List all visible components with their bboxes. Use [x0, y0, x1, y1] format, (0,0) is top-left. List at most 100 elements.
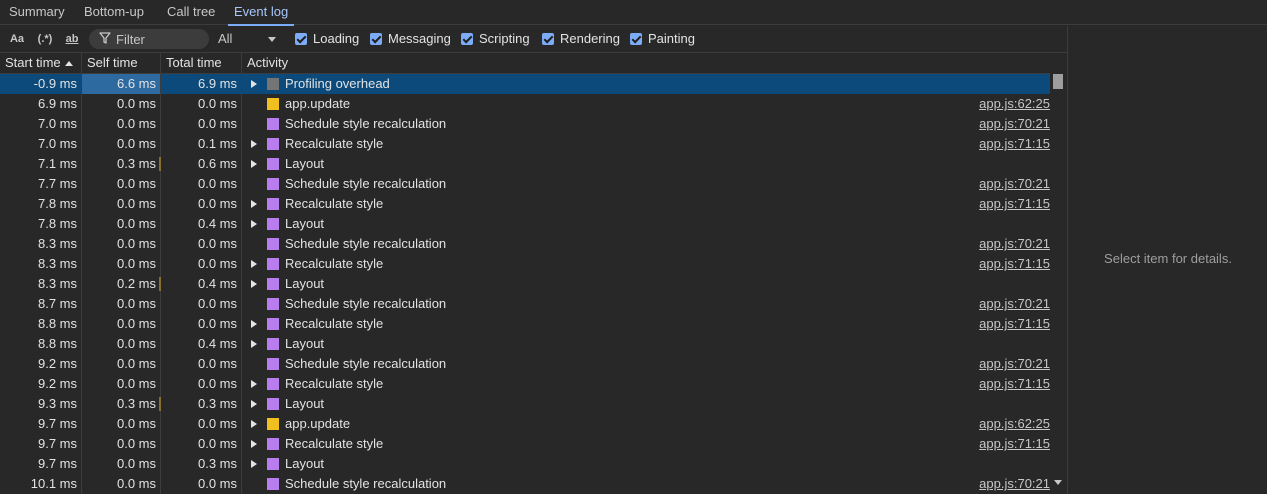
total-time-cell: 0.3 ms — [161, 394, 242, 414]
source-link[interactable]: app.js:70:21 — [979, 234, 1050, 254]
expand-triangle-icon[interactable] — [251, 320, 257, 328]
checkbox-painting[interactable]: Painting — [630, 30, 695, 48]
activity-cell: Layout — [242, 454, 1050, 474]
source-link[interactable]: app.js:71:15 — [979, 434, 1050, 454]
total-time-cell: 0.0 ms — [161, 94, 242, 114]
tab-event-log[interactable]: Event log — [227, 0, 295, 26]
activity-cell: Schedule style recalculation app.js:70:21 — [242, 294, 1050, 314]
checkbox-rendering[interactable]: Rendering — [542, 30, 620, 48]
activity-cell: Schedule style recalculation app.js:70:21 — [242, 174, 1050, 194]
checkbox-checked-icon — [630, 33, 642, 45]
table-row[interactable]: 6.9 ms 0.0 ms 0.0 ms app.update app.js:62:25 — [0, 94, 1050, 114]
expand-triangle-icon[interactable] — [251, 400, 257, 408]
source-link[interactable]: app.js:71:15 — [979, 374, 1050, 394]
expand-triangle-icon[interactable] — [251, 200, 257, 208]
source-link[interactable]: app.js:71:15 — [979, 254, 1050, 274]
self-time-cell: 0.0 ms — [82, 234, 161, 254]
checkbox-scripting[interactable]: Scripting — [461, 30, 530, 48]
source-link[interactable]: app.js:70:21 — [979, 114, 1050, 134]
column-header-total-time[interactable]: Total time — [161, 53, 242, 73]
self-time-cell: 0.0 ms — [82, 134, 161, 154]
regex-button[interactable]: (.*) — [34, 30, 56, 48]
table-row[interactable]: 7.0 ms 0.0 ms 0.0 ms Schedule style recalcu… — [0, 114, 1050, 134]
scroll-down-arrow-icon[interactable] — [1054, 480, 1062, 485]
expand-triangle-icon[interactable] — [251, 260, 257, 268]
source-link[interactable]: app.js:62:25 — [979, 94, 1050, 114]
table-row[interactable]: 8.8 ms 0.0 ms 0.4 ms Layout — [0, 334, 1050, 354]
activity-name: Layout — [285, 336, 325, 351]
start-time-cell: 9.2 ms — [0, 374, 82, 394]
column-header-start-time[interactable]: Start time — [0, 53, 82, 73]
self-time-cell: 0.3 ms — [82, 394, 161, 414]
table-row[interactable]: 9.2 ms 0.0 ms 0.0 ms Schedule style recalcu… — [0, 354, 1050, 374]
source-link[interactable]: app.js:71:15 — [979, 134, 1050, 154]
source-link[interactable]: app.js:70:21 — [979, 354, 1050, 374]
table-row[interactable]: 7.8 ms 0.0 ms 0.4 ms Layout — [0, 214, 1050, 234]
tab-summary[interactable]: Summary — [9, 0, 65, 25]
table-row[interactable]: 7.7 ms 0.0 ms 0.0 ms Schedule style recalcu… — [0, 174, 1050, 194]
table-row[interactable]: 8.3 ms 0.0 ms 0.0 ms Recalculate style app.j… — [0, 254, 1050, 274]
table-row[interactable]: 7.0 ms 0.0 ms 0.1 ms Recalculate style app.j… — [0, 134, 1050, 154]
activity-name: Layout — [285, 396, 325, 411]
start-time-cell: -0.9 ms — [0, 74, 82, 94]
start-time-cell: 9.2 ms — [0, 354, 82, 374]
expand-triangle-icon[interactable] — [251, 220, 257, 228]
total-time-cell: 0.0 ms — [161, 234, 242, 254]
total-time-cell: 0.0 ms — [161, 114, 242, 134]
rendering-category-swatch-icon — [267, 118, 279, 130]
table-row[interactable]: 8.7 ms 0.0 ms 0.0 ms Schedule style recalcu… — [0, 294, 1050, 314]
table-row[interactable]: 9.2 ms 0.0 ms 0.0 ms Recalculate style app.j… — [0, 374, 1050, 394]
table-row[interactable]: 9.7 ms 0.0 ms 0.0 ms app.update app.js:62:25 — [0, 414, 1050, 434]
table-row[interactable]: 7.8 ms 0.0 ms 0.0 ms Recalculate style app.j… — [0, 194, 1050, 214]
expand-triangle-icon[interactable] — [251, 380, 257, 388]
table-row[interactable]: 8.8 ms 0.0 ms 0.0 ms Recalculate style app.j… — [0, 314, 1050, 334]
vertical-scrollbar[interactable] — [1050, 74, 1067, 494]
column-header-self-time[interactable]: Self time — [82, 53, 161, 73]
checkbox-messaging[interactable]: Messaging — [370, 30, 451, 48]
tab-call-tree[interactable]: Call tree — [167, 0, 215, 25]
level-select[interactable]: All — [218, 30, 280, 48]
filter-field[interactable] — [89, 29, 209, 49]
total-time-cell: 0.3 ms — [161, 454, 242, 474]
whole-word-button[interactable]: ab — [62, 30, 82, 48]
expand-triangle-icon[interactable] — [251, 80, 257, 88]
source-link[interactable]: app.js:70:21 — [979, 294, 1050, 314]
table-row[interactable]: 9.7 ms 0.0 ms 0.3 ms Layout — [0, 454, 1050, 474]
filter-input[interactable] — [116, 30, 204, 48]
table-row[interactable]: 7.1 ms 0.3 ms 0.6 ms Layout — [0, 154, 1050, 174]
source-link[interactable]: app.js:62:25 — [979, 414, 1050, 434]
expand-triangle-icon[interactable] — [251, 280, 257, 288]
tab-bottom-up[interactable]: Bottom-up — [84, 0, 144, 25]
self-time-cell: 0.0 ms — [82, 434, 161, 454]
source-link[interactable]: app.js:70:21 — [979, 174, 1050, 194]
start-time-cell: 7.0 ms — [0, 114, 82, 134]
rendering-category-swatch-icon — [267, 158, 279, 170]
table-row[interactable]: 8.3 ms 0.2 ms 0.4 ms Layout — [0, 274, 1050, 294]
column-header-activity[interactable]: Activity — [242, 53, 1050, 73]
filter-icon — [99, 32, 111, 44]
rendering-category-swatch-icon — [267, 458, 279, 470]
scrollbar-thumb[interactable] — [1053, 74, 1063, 89]
table-row[interactable]: 8.3 ms 0.0 ms 0.0 ms Schedule style recalcu… — [0, 234, 1050, 254]
start-time-cell: 8.8 ms — [0, 334, 82, 354]
source-link[interactable]: app.js:71:15 — [979, 314, 1050, 334]
total-time-cell: 0.0 ms — [161, 174, 242, 194]
table-row[interactable]: 10.1 ms 0.0 ms 0.0 ms Schedule style recalc… — [0, 474, 1050, 494]
source-link[interactable]: app.js:71:15 — [979, 194, 1050, 214]
rendering-category-swatch-icon — [267, 258, 279, 270]
match-case-button[interactable]: Aa — [8, 30, 26, 48]
expand-triangle-icon[interactable] — [251, 140, 257, 148]
table-row[interactable]: 9.7 ms 0.0 ms 0.0 ms Recalculate style app.j… — [0, 434, 1050, 454]
expand-triangle-icon[interactable] — [251, 460, 257, 468]
expand-triangle-icon[interactable] — [251, 420, 257, 428]
expand-triangle-icon[interactable] — [251, 340, 257, 348]
table-row[interactable]: -0.9 ms 6.6 ms 6.9 ms Profiling overhead — [0, 74, 1050, 94]
expand-triangle-icon[interactable] — [251, 160, 257, 168]
activity-name: Schedule style recalculation — [285, 356, 447, 371]
level-select-value: All — [218, 31, 233, 46]
start-time-cell: 9.3 ms — [0, 394, 82, 414]
checkbox-loading[interactable]: Loading — [295, 30, 359, 48]
source-link[interactable]: app.js:70:21 — [979, 474, 1050, 494]
expand-triangle-icon[interactable] — [251, 440, 257, 448]
table-row[interactable]: 9.3 ms 0.3 ms 0.3 ms Layout — [0, 394, 1050, 414]
